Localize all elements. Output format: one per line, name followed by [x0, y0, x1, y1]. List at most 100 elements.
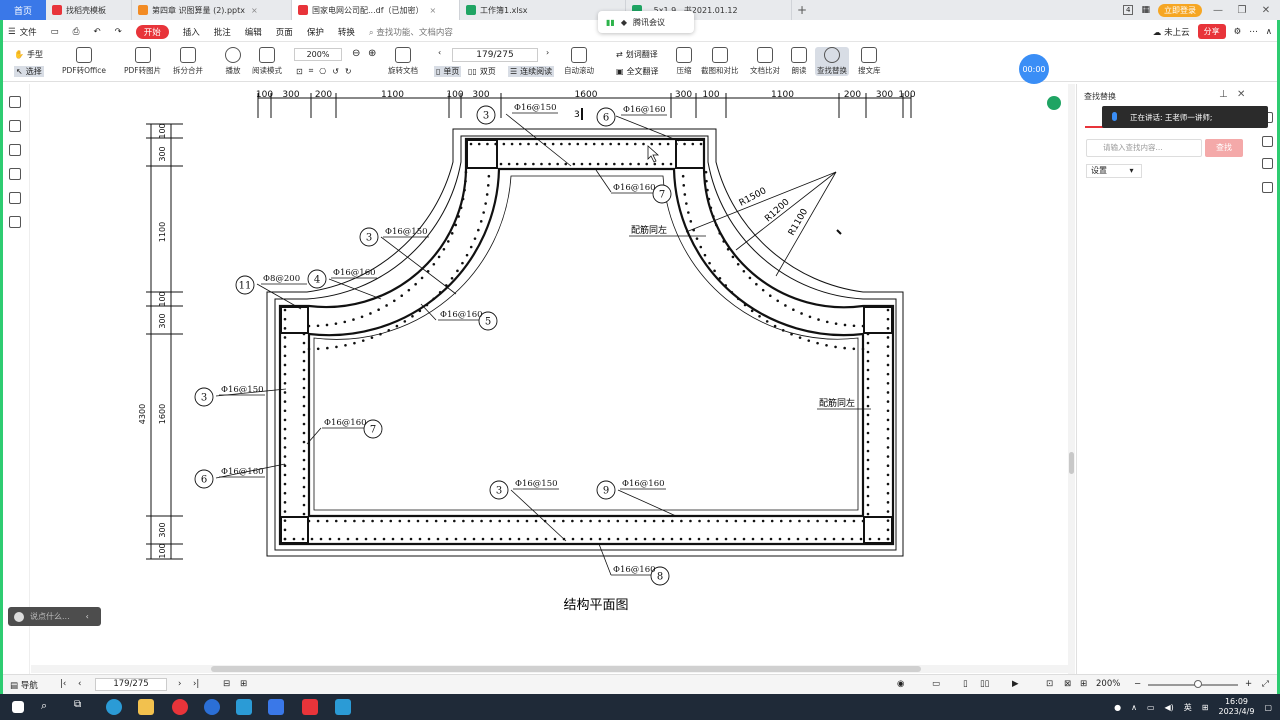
- fit-page-icon[interactable]: ⊠: [1064, 679, 1071, 689]
- compress-button[interactable]: 压缩: [676, 47, 692, 76]
- menu-insert[interactable]: 插入: [183, 26, 200, 38]
- find-replace-button[interactable]: 查找替换: [815, 47, 849, 76]
- sliders-icon[interactable]: [1262, 158, 1273, 169]
- comment-icon[interactable]: [9, 144, 21, 156]
- menu-protect[interactable]: 保护: [307, 26, 324, 38]
- ime-icon[interactable]: ⊞: [1202, 703, 1209, 712]
- menu-annotate[interactable]: 批注: [214, 26, 231, 38]
- next-page-icon[interactable]: ›: [178, 679, 181, 689]
- horizontal-scrollbar[interactable]: [31, 665, 1068, 673]
- attachment-icon[interactable]: [9, 168, 21, 180]
- tab-home[interactable]: 首页: [0, 0, 46, 20]
- ask-widget[interactable]: 说点什么... ‹: [8, 607, 101, 626]
- tab-template[interactable]: 找稻壳模板: [46, 0, 132, 20]
- play-view-icon[interactable]: ▶: [1012, 679, 1019, 689]
- zoom-in-button[interactable]: ⊕: [368, 48, 376, 59]
- clock[interactable]: 16:09 2023/4/9: [1219, 697, 1255, 717]
- volume-icon[interactable]: ◀): [1165, 703, 1174, 712]
- double-page-button[interactable]: ▯▯ 双页: [468, 66, 496, 77]
- tab-pptx[interactable]: 第四章 识图算量 (2).pptx ×: [132, 0, 292, 20]
- pdf-to-office-button[interactable]: PDF转Office: [62, 47, 106, 76]
- page-input[interactable]: 179/275: [452, 48, 538, 62]
- table-badge-icon[interactable]: [1047, 96, 1061, 110]
- text-select-icon[interactable]: ⊡: [296, 67, 303, 76]
- play-button[interactable]: 播放: [225, 47, 241, 76]
- page-view-icon[interactable]: ▯: [963, 679, 968, 689]
- print-icon[interactable]: ⎙: [73, 27, 80, 37]
- auto-scroll-button[interactable]: 自动滚动: [564, 47, 594, 76]
- redo-icon[interactable]: ↷: [115, 27, 122, 37]
- more-icon[interactable]: ⋯: [1249, 27, 1258, 37]
- status-zoom[interactable]: 200%: [1096, 679, 1120, 689]
- crop-icon[interactable]: ⌗: [309, 66, 314, 76]
- single-page-button[interactable]: ▯ 单页: [434, 66, 462, 77]
- menu-icon[interactable]: ☰: [8, 27, 16, 37]
- menu-file[interactable]: 文件: [20, 26, 37, 38]
- timer-badge[interactable]: 00:00: [1019, 54, 1049, 84]
- close-icon[interactable]: ×: [430, 6, 437, 15]
- split-merge-button[interactable]: 拆分合并: [173, 47, 203, 76]
- zoom-minus-icon[interactable]: −: [1134, 679, 1141, 689]
- signature-icon[interactable]: [9, 192, 21, 204]
- single-view-icon[interactable]: ▭: [932, 679, 940, 689]
- meeting-widget[interactable]: ▮▮ ◆ 腾讯会议: [598, 11, 694, 33]
- share-button[interactable]: 分享: [1197, 24, 1226, 39]
- login-button[interactable]: 立即登录: [1158, 3, 1202, 17]
- undo-icon[interactable]: ↶: [93, 27, 100, 37]
- settings-icon[interactable]: ⚙: [1234, 27, 1242, 37]
- menu-home[interactable]: 开始: [135, 24, 169, 39]
- function-search[interactable]: ⌕ 查找功能、文档内容: [369, 26, 453, 38]
- zoom-plus-icon[interactable]: +: [1245, 679, 1252, 689]
- vertical-scrollbar[interactable]: [1068, 84, 1075, 674]
- open-icon[interactable]: ▭: [51, 27, 59, 37]
- zoom-slider-knob[interactable]: [1194, 680, 1202, 688]
- fullscreen-icon[interactable]: ⊞: [240, 679, 247, 689]
- restore-icon[interactable]: ❐: [1234, 5, 1250, 16]
- menu-edit[interactable]: 编辑: [245, 26, 262, 38]
- panel-title[interactable]: 查找替换: [1084, 91, 1116, 102]
- app-icon-red[interactable]: [172, 699, 188, 715]
- first-page-icon[interactable]: |‹: [60, 679, 66, 689]
- search-library-button[interactable]: 搜文库: [858, 47, 881, 76]
- input-language[interactable]: 英: [1184, 702, 1192, 713]
- last-page-icon[interactable]: ›|: [193, 679, 199, 689]
- scroll-thumb[interactable]: [1069, 452, 1074, 474]
- tab-pdf[interactable]: 国家电网公司配...df（已加密） ×: [292, 0, 460, 20]
- folder-icon[interactable]: [138, 699, 154, 715]
- grid-icon[interactable]: ▦: [1141, 5, 1150, 15]
- read-mode-button[interactable]: 阅读模式: [252, 47, 282, 76]
- windows-start-icon[interactable]: [12, 701, 24, 713]
- app-icon-blue[interactable]: [268, 699, 284, 715]
- pdf-to-image-button[interactable]: PDF转图片: [124, 47, 161, 76]
- continuous-read-button[interactable]: ☰ 连续阅读: [508, 66, 555, 77]
- phone-icon[interactable]: [335, 699, 351, 715]
- full-translate-button[interactable]: ▣ 全文翻译: [616, 66, 659, 77]
- word-translate-button[interactable]: ⇄ 划词翻译: [616, 49, 658, 60]
- app-icon-k[interactable]: [204, 699, 220, 715]
- snap-icon[interactable]: ⎔: [319, 67, 326, 76]
- double-view-icon[interactable]: ▯▯: [980, 679, 989, 689]
- doc-compare-button[interactable]: 文档比对: [750, 47, 780, 76]
- search-input[interactable]: 请输入查找内容...: [1086, 139, 1202, 157]
- find-button[interactable]: 查找: [1205, 139, 1243, 157]
- chevron-up-icon[interactable]: ∧: [1131, 703, 1137, 712]
- book-open-icon[interactable]: [1262, 182, 1273, 193]
- chevron-left-icon[interactable]: ‹: [86, 612, 89, 621]
- zoom-slider[interactable]: [1148, 680, 1238, 688]
- actual-size-icon[interactable]: ⊞: [1080, 679, 1087, 689]
- screenshot-compare-button[interactable]: 截图和对比: [701, 47, 739, 76]
- bookmark-icon[interactable]: [9, 96, 21, 108]
- read-aloud-button[interactable]: 朗读: [791, 47, 807, 76]
- next-page-button[interactable]: ›: [546, 48, 549, 57]
- network-icon[interactable]: ▭: [1147, 703, 1155, 712]
- wps-app-icon[interactable]: [302, 699, 318, 715]
- fit-width-icon[interactable]: ⊡: [1046, 679, 1053, 689]
- expand-icon[interactable]: ⤢: [1262, 679, 1269, 689]
- prev-page-icon[interactable]: ‹: [78, 679, 81, 689]
- edge-icon[interactable]: [106, 699, 122, 715]
- menu-convert[interactable]: 转换: [338, 26, 355, 38]
- meeting-app-icon[interactable]: [236, 699, 252, 715]
- hand-tool[interactable]: ✋ 手型: [14, 49, 43, 60]
- edit-tool-icon[interactable]: [1262, 136, 1273, 147]
- pin-icon[interactable]: ⊥: [1219, 89, 1228, 100]
